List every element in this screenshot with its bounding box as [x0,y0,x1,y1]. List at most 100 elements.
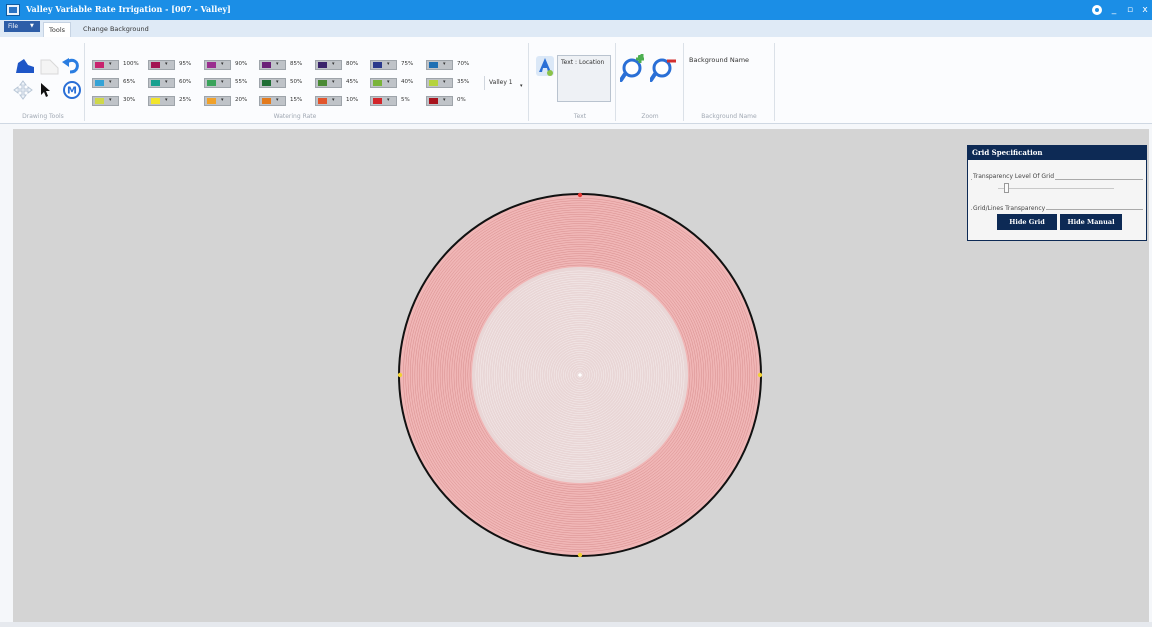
move-arrows-icon[interactable] [12,80,34,100]
color-picker-button[interactable]: ▾ [92,96,119,106]
east-marker[interactable] [757,372,763,378]
chevron-down-icon: ▾ [165,79,168,85]
manual-mode-icon[interactable]: M [62,80,82,100]
color-picker-button[interactable]: ▾ [259,60,286,70]
watering-rate-swatch[interactable]: ▾ 35% [426,78,476,88]
zoom-out-icon[interactable] [650,54,678,82]
color-picker-button[interactable]: ▾ [148,78,175,88]
eraser-tool-icon[interactable] [38,56,60,76]
color-picker-button[interactable]: ▾ [148,60,175,70]
color-picker-button[interactable]: ▾ [426,78,453,88]
color-picker-button[interactable]: ▾ [370,60,397,70]
color-chip [95,98,104,104]
color-picker-button[interactable]: ▾ [315,60,342,70]
ribbon-separator [84,43,85,121]
color-picker-button[interactable]: ▾ [370,96,397,106]
color-picker-button[interactable]: ▾ [259,78,286,88]
background-name-group-label: Background Name [701,113,757,120]
hide-grid-button[interactable]: Hide Grid [997,214,1057,230]
color-picker-button[interactable]: ▾ [92,78,119,88]
watering-rate-swatch[interactable]: ▾ 90% [204,60,254,70]
watering-rate-swatch[interactable]: ▾ 100% [92,60,142,70]
color-chip [151,62,160,68]
file-menu-button[interactable]: File ▼ [4,21,40,32]
transparency-slider-track[interactable] [998,188,1114,189]
tab-tools[interactable]: Tools [43,22,72,37]
watering-rate-swatch[interactable]: ▾ 65% [92,78,142,88]
color-chip [373,98,382,104]
chevron-down-icon: ▾ [276,79,279,85]
close-button[interactable]: x [1138,3,1152,17]
watering-rate-swatch[interactable]: ▾ 25% [148,96,198,106]
west-marker[interactable] [397,372,403,378]
watering-rate-swatch[interactable]: ▾ 10% [315,96,365,106]
maximize-button[interactable]: ▫ [1122,3,1138,17]
north-marker[interactable] [577,192,583,198]
pivot-center-point[interactable] [578,373,582,377]
chevron-down-icon: ▾ [276,97,279,103]
watering-rate-swatch[interactable]: ▾ 5% [370,96,420,106]
chevron-down-icon: ▾ [221,79,224,85]
watering-rate-swatch[interactable]: ▾ 75% [370,60,420,70]
valley-dropdown[interactable]: Valley 1 ▾ [484,76,529,90]
watering-rate-swatch[interactable]: ▾ 95% [148,60,198,70]
watering-rate-swatch[interactable]: ▾ 50% [259,78,309,88]
color-picker-button[interactable]: ▾ [426,60,453,70]
color-picker-button[interactable]: ▾ [204,78,231,88]
watering-rate-swatch[interactable]: ▾ 70% [426,60,476,70]
chevron-down-icon: ▾ [109,61,112,67]
valley-dropdown-value: Valley 1 [489,79,513,86]
color-chip [429,98,438,104]
watering-rate-swatch[interactable]: ▾ 15% [259,96,309,106]
draw-polygon-tool-icon[interactable] [14,57,36,75]
color-picker-button[interactable]: ▾ [204,60,231,70]
watering-rate-swatch[interactable]: ▾ 80% [315,60,365,70]
watering-rate-percent: 90% [235,61,248,67]
color-picker-button[interactable]: ▾ [315,78,342,88]
watering-rate-percent: 55% [235,79,248,85]
color-picker-button[interactable]: ▾ [92,60,119,70]
color-picker-button[interactable]: ▾ [204,96,231,106]
watering-rate-percent: 10% [346,97,359,103]
color-chip [373,80,382,86]
chevron-down-icon: ▾ [332,97,335,103]
watering-rate-swatch[interactable]: ▾ 55% [204,78,254,88]
watering-rate-percent: 45% [346,79,359,85]
color-picker-button[interactable]: ▾ [426,96,453,106]
watering-rate-swatch[interactable]: ▾ 45% [315,78,365,88]
help-icon[interactable] [1092,5,1102,15]
color-picker-button[interactable]: ▾ [315,96,342,106]
zoom-in-icon[interactable] [620,54,648,82]
watering-rate-swatch[interactable]: ▾ 60% [148,78,198,88]
text-tool-icon[interactable] [535,55,555,77]
chevron-down-icon: ▾ [165,97,168,103]
watering-rate-percent: 35% [457,79,470,85]
watering-rate-percent: 40% [401,79,414,85]
color-picker-button[interactable]: ▾ [148,96,175,106]
watering-rate-percent: 15% [290,97,303,103]
watering-rate-swatch[interactable]: ▾ 20% [204,96,254,106]
watering-rate-swatch[interactable]: ▾ 0% [426,96,476,106]
minimize-button[interactable]: _ [1106,3,1122,17]
text-location-box[interactable]: Text : Location [557,55,611,102]
color-picker-button[interactable]: ▾ [370,78,397,88]
watering-rate-swatch[interactable]: ▾ 85% [259,60,309,70]
color-chip [262,98,271,104]
select-pointer-icon[interactable] [39,82,51,98]
watering-rate-swatch[interactable]: ▾ 40% [370,78,420,88]
color-chip [373,62,382,68]
color-picker-button[interactable]: ▾ [259,96,286,106]
text-group-label: Text [573,113,587,120]
watering-rate-swatch[interactable]: ▾ 30% [92,96,142,106]
transparency-slider-thumb[interactable] [1003,183,1009,193]
text-location-label: Text : Location [561,59,605,66]
south-marker[interactable] [577,552,583,558]
color-chip [318,62,327,68]
chevron-down-icon: ▾ [109,97,112,103]
watering-rate-percent: 20% [235,97,248,103]
ribbon-separator [528,43,529,121]
hide-manual-button[interactable]: Hide Manual [1060,214,1122,230]
background-name-field[interactable]: Background Name [689,56,749,64]
undo-icon[interactable] [61,56,81,74]
tab-change-background[interactable]: Change Background [78,22,154,36]
